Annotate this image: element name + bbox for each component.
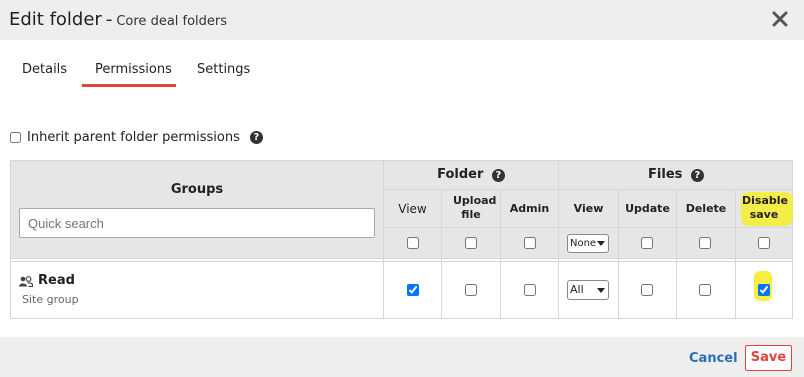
help-icon[interactable]: ? <box>690 169 704 182</box>
group-type: Site group <box>22 293 79 306</box>
permissions-grid: Groups Folder ? Files ? View Upload file… <box>10 160 793 319</box>
col-disable-save: Disable save <box>742 194 788 221</box>
save-button[interactable]: Save <box>745 345 792 371</box>
files-view-value: All <box>570 283 584 296</box>
divider <box>383 161 384 319</box>
groups-header: Groups <box>170 182 224 197</box>
dialog-footer: Cancel Save <box>0 337 804 377</box>
admin-checkbox[interactable] <box>524 284 536 296</box>
divider <box>11 261 793 262</box>
bulk-delete-checkbox[interactable] <box>699 237 711 249</box>
col-delete: Delete <box>685 202 727 215</box>
dialog-title-separator: - <box>105 9 113 30</box>
divider <box>735 190 736 319</box>
folder-view-checkbox[interactable] <box>407 284 419 296</box>
divider <box>384 227 793 228</box>
delete-checkbox[interactable] <box>699 284 711 296</box>
chevron-down-icon <box>597 288 605 293</box>
col-update: Update <box>625 202 670 215</box>
bulk-folder-view-checkbox[interactable] <box>407 237 419 249</box>
col-admin: Admin <box>509 202 550 215</box>
dialog-title: Edit folder - Core deal folders <box>9 9 227 30</box>
dialog-header: Edit folder - Core deal folders <box>0 0 804 40</box>
divider <box>11 258 793 259</box>
bulk-update-checkbox[interactable] <box>641 237 653 249</box>
help-icon[interactable]: ? <box>491 169 505 182</box>
help-icon[interactable]: ? <box>249 130 263 144</box>
tab-permissions[interactable]: Permissions <box>95 62 172 77</box>
bulk-admin-checkbox[interactable] <box>524 237 536 249</box>
chevron-down-icon <box>597 241 605 246</box>
tab-details[interactable]: Details <box>22 62 67 77</box>
bulk-files-view-select[interactable]: None <box>567 234 609 253</box>
quick-search-input[interactable] <box>19 208 375 238</box>
group-icon <box>19 276 33 287</box>
files-view-select[interactable]: All <box>567 280 609 300</box>
update-checkbox[interactable] <box>641 284 653 296</box>
tab-settings[interactable]: Settings <box>197 62 250 77</box>
files-header: Files ? <box>559 167 793 182</box>
folder-header: Folder ? <box>384 167 558 182</box>
close-icon[interactable] <box>770 9 790 29</box>
disable-save-checkbox[interactable] <box>758 284 770 296</box>
divider <box>441 190 442 319</box>
col-upload-file: Upload file <box>453 194 497 221</box>
dialog-title-text: Edit folder <box>9 9 102 30</box>
upload-file-checkbox[interactable] <box>465 284 477 296</box>
dialog-subtitle: Core deal folders <box>116 14 228 29</box>
active-tab-underline <box>82 84 176 87</box>
folder-header-label: Folder <box>437 167 484 182</box>
divider <box>384 189 793 190</box>
cancel-button[interactable]: Cancel <box>689 351 738 366</box>
inherit-permissions-label[interactable]: Inherit parent folder permissions <box>27 130 240 145</box>
bulk-files-view-value: None <box>570 238 597 249</box>
divider <box>558 161 559 319</box>
tab-bar: Details Permissions Settings <box>0 40 804 88</box>
bulk-upload-file-checkbox[interactable] <box>465 237 477 249</box>
group-name: Read <box>38 273 75 288</box>
inherit-permissions-checkbox[interactable] <box>10 131 21 143</box>
bulk-disable-save-checkbox[interactable] <box>758 237 770 249</box>
inherit-permissions: Inherit parent folder permissions ? <box>10 128 263 146</box>
files-header-label: Files <box>648 167 683 182</box>
col-folder-view: View <box>398 202 427 216</box>
col-files-view: View <box>573 202 604 215</box>
